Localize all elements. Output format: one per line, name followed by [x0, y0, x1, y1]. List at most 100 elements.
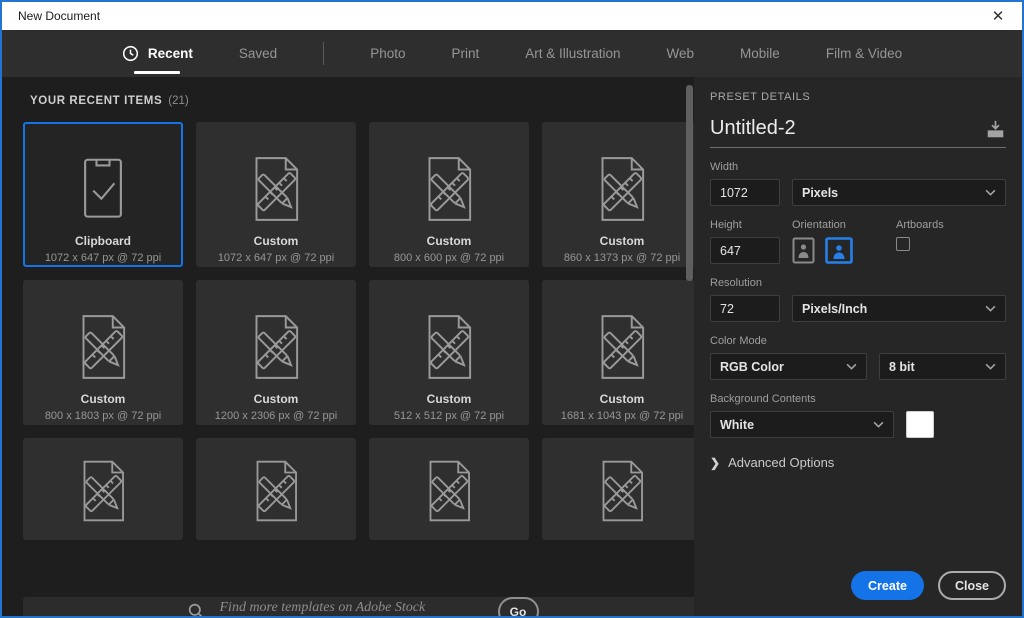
- document-ruler-pencil-icon: [602, 460, 643, 522]
- preset-card[interactable]: [196, 438, 356, 540]
- preset-card-name: Custom: [426, 392, 472, 406]
- adobe-stock-search-bar: Go: [23, 597, 702, 616]
- preset-card-dims: 1072 x 647 px @ 72 ppi: [44, 252, 162, 264]
- background-color-swatch[interactable]: [906, 411, 934, 438]
- width-unit-select[interactable]: Pixels: [792, 179, 1006, 206]
- document-ruler-pencil-icon: [256, 460, 297, 522]
- clipboard-check-icon: [84, 158, 122, 218]
- search-input[interactable]: [219, 600, 478, 616]
- recent-items-heading: YOUR RECENT ITEMS (21): [30, 95, 189, 107]
- height-input[interactable]: [710, 237, 780, 264]
- titlebar: New Document ✕: [2, 2, 1022, 30]
- tab-label: Web: [666, 46, 695, 61]
- artboards-checkbox[interactable]: [896, 237, 910, 251]
- height-label: Height: [710, 219, 742, 231]
- scrollbar-thumb[interactable]: [686, 85, 693, 281]
- color-mode-select[interactable]: RGB Color: [710, 353, 867, 380]
- chevron-down-icon: [985, 363, 996, 370]
- bit-depth-select[interactable]: 8 bit: [879, 353, 1006, 380]
- document-ruler-pencil-icon: [428, 315, 472, 379]
- orientation-portrait-icon[interactable]: [792, 237, 815, 264]
- preset-card-name: Custom: [253, 392, 299, 406]
- background-contents-select[interactable]: White: [710, 411, 894, 438]
- preset-card[interactable]: Clipboard 1072 x 647 px @ 72 ppi: [23, 122, 183, 267]
- document-ruler-pencil-icon: [429, 460, 470, 522]
- preset-card-dims: 1072 x 647 px @ 72 ppi: [217, 252, 335, 264]
- resolution-label: Resolution: [710, 277, 762, 289]
- close-icon[interactable]: ✕: [984, 4, 1012, 28]
- tab-label: Saved: [238, 46, 278, 61]
- preset-card-dims: 860 x 1373 px @ 72 ppi: [563, 252, 681, 264]
- tab-label: Photo: [370, 46, 406, 61]
- go-button[interactable]: Go: [497, 597, 539, 616]
- tab-mobile[interactable]: Mobile: [740, 30, 780, 77]
- tab-web[interactable]: Web: [667, 30, 695, 77]
- preset-card-name: Custom: [426, 234, 472, 248]
- width-input[interactable]: [710, 179, 780, 206]
- orientation-label: Orientation: [792, 219, 846, 231]
- window-title: New Document: [18, 9, 101, 23]
- resolution-unit-select[interactable]: Pixels/Inch: [792, 295, 1006, 322]
- advanced-options-toggle[interactable]: ❯ Advanced Options: [710, 455, 1006, 470]
- recent-items-count: (21): [168, 95, 189, 107]
- tab-saved[interactable]: Saved: [239, 30, 277, 77]
- artboards-label: Artboards: [896, 219, 944, 231]
- document-ruler-pencil-icon: [255, 157, 299, 221]
- chevron-right-icon: ❯: [710, 455, 721, 470]
- preset-card[interactable]: [369, 438, 529, 540]
- document-ruler-pencil-icon: [601, 315, 645, 379]
- orientation-landscape-icon[interactable]: [825, 237, 853, 264]
- preset-details-heading: PRESET DETAILS: [710, 91, 811, 103]
- tab-label: Recent: [147, 46, 193, 61]
- preset-card-name: Custom: [599, 392, 645, 406]
- preset-card[interactable]: Custom 512 x 512 px @ 72 ppi: [369, 280, 529, 425]
- chevron-down-icon: [985, 189, 996, 196]
- tab-film-video[interactable]: Film & Video: [826, 30, 902, 77]
- chevron-down-icon: [985, 305, 996, 312]
- save-preset-icon[interactable]: [985, 120, 1006, 139]
- preset-card[interactable]: Custom 1072 x 647 px @ 72 ppi: [196, 122, 356, 267]
- preset-card[interactable]: [23, 438, 183, 540]
- document-ruler-pencil-icon: [428, 157, 472, 221]
- tab-divider: [323, 42, 325, 65]
- tab-print[interactable]: Print: [451, 30, 479, 77]
- resolution-input[interactable]: [710, 295, 780, 322]
- background-contents-label: Background Contents: [710, 393, 816, 405]
- tab-recent[interactable]: Recent: [122, 30, 193, 77]
- preset-card-name: Custom: [253, 234, 299, 248]
- preset-card-dims: 800 x 1803 px @ 72 ppi: [44, 410, 162, 422]
- tab-bar: Recent Saved Photo Print Art & Illustration W…: [2, 30, 1022, 77]
- document-ruler-pencil-icon: [601, 157, 645, 221]
- preset-card[interactable]: Custom 1200 x 2306 px @ 72 ppi: [196, 280, 356, 425]
- tab-art-illustration[interactable]: Art & Illustration: [525, 30, 620, 77]
- tab-label: Mobile: [740, 46, 780, 61]
- close-button[interactable]: Close: [938, 571, 1006, 600]
- document-ruler-pencil-icon: [255, 315, 299, 379]
- document-ruler-pencil-icon: [83, 460, 124, 522]
- preset-card-name: Custom: [599, 234, 645, 248]
- preset-card[interactable]: Custom 800 x 1803 px @ 72 ppi: [23, 280, 183, 425]
- create-button[interactable]: Create: [851, 571, 924, 600]
- tab-photo[interactable]: Photo: [370, 30, 405, 77]
- preset-grid: Clipboard 1072 x 647 px @ 72 ppi Custom 10…: [23, 122, 702, 583]
- width-label: Width: [710, 161, 739, 173]
- preset-card-dims: 800 x 600 px @ 72 ppi: [393, 252, 505, 264]
- tab-label: Film & Video: [825, 46, 903, 61]
- preset-card-name: Custom: [80, 392, 126, 406]
- document-name-field[interactable]: [710, 117, 975, 140]
- chevron-down-icon: [873, 421, 884, 428]
- preset-card-dims: 1681 x 1043 px @ 72 ppi: [560, 410, 684, 422]
- color-mode-label: Color Mode: [710, 335, 767, 347]
- recent-items-panel: YOUR RECENT ITEMS (21) Clipboard 1072 x 64…: [2, 77, 702, 616]
- scrollbar-track: [676, 77, 694, 616]
- chevron-down-icon: [846, 363, 857, 370]
- preset-details-panel: PRESET DETAILS Width Pixels: [694, 77, 1022, 616]
- search-icon: [188, 603, 202, 616]
- preset-card[interactable]: Custom 800 x 600 px @ 72 ppi: [369, 122, 529, 267]
- clock-icon: [122, 45, 139, 62]
- tab-label: Print: [451, 46, 480, 61]
- new-document-dialog: New Document ✕ Recent Saved Photo Print Art …: [0, 0, 1024, 618]
- tab-label: Art & Illustration: [525, 46, 621, 61]
- preset-card-name: Clipboard: [75, 234, 131, 248]
- document-ruler-pencil-icon: [82, 315, 126, 379]
